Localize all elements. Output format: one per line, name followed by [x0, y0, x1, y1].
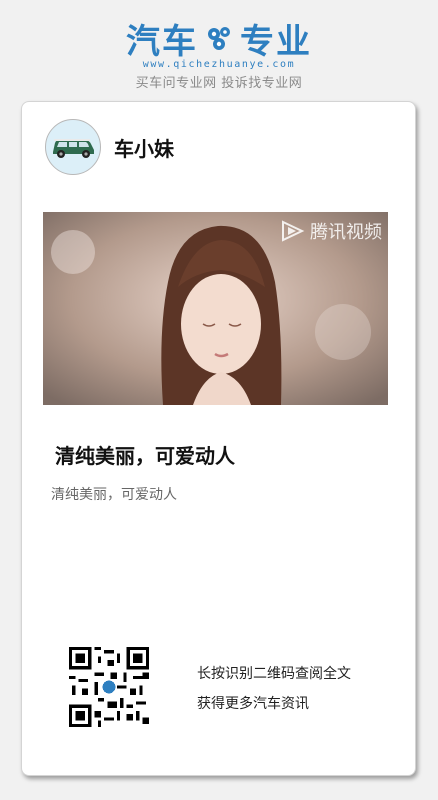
author-header: 车小妹: [45, 119, 174, 175]
gear-icon: [208, 27, 230, 50]
tencent-video-icon: [282, 220, 305, 242]
hero-image[interactable]: 腾讯视频: [43, 212, 388, 405]
logo-url: www.qichezhuanye.com: [142, 59, 296, 70]
logo-tagline: 买车问专业网 投诉找专业网: [135, 76, 303, 91]
qr-caption: 长按识别二维码查阅全文 获得更多汽车资讯: [197, 659, 351, 719]
logo-text-right: 专业: [240, 21, 312, 62]
qr-caption-line2: 获得更多汽车资讯: [197, 696, 309, 712]
qr-caption-line1: 长按识别二维码查阅全文: [197, 666, 351, 682]
article-description: 清纯美丽，可爱动人: [51, 487, 177, 503]
author-name: 车小妹: [114, 136, 174, 161]
avatar: [45, 119, 101, 175]
article-title: 清纯美丽，可爱动人: [55, 444, 235, 468]
watermark-text: 腾讯视频: [310, 222, 382, 243]
share-card: 车小妹 腾讯视频 清纯美丽，可爱动人 清纯美丽，可爱动人 长按识别二维码查阅全文…: [21, 101, 416, 776]
video-watermark: 腾讯视频: [280, 218, 382, 244]
site-logo: 汽车 专业 www.qichezhuanye.com 买车问专业网 投诉找专业网: [0, 18, 438, 92]
logo-text-left: 汽车: [126, 21, 198, 62]
car-icon: [53, 139, 94, 158]
logo-wordmark: 汽车 专业: [0, 18, 438, 62]
qr-code[interactable]: [69, 647, 149, 727]
